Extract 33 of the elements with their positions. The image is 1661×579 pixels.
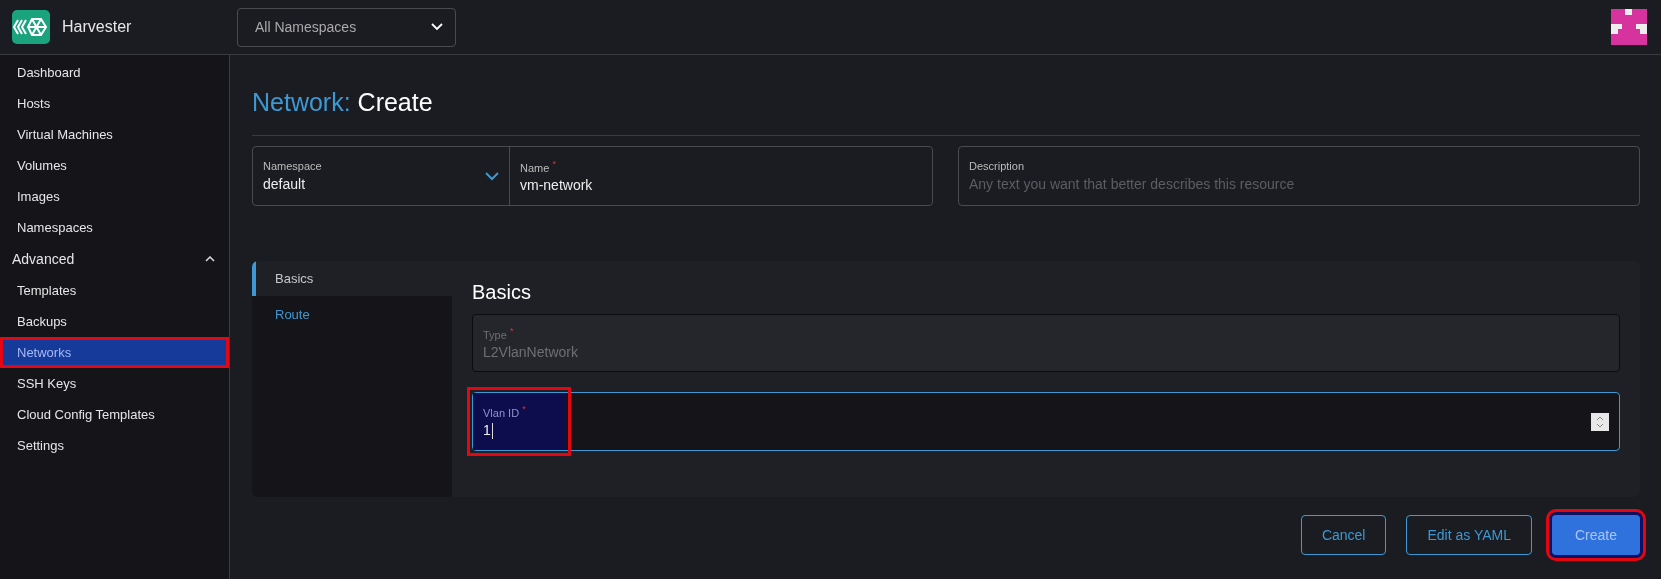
sidebar-item[interactable]: Templates <box>0 275 229 306</box>
spinner-icon[interactable] <box>1591 412 1609 431</box>
action-button[interactable]: Cancel <box>1300 515 1387 555</box>
sidebar-group[interactable]: Advanced <box>0 243 229 275</box>
sidebar-item[interactable]: Hosts <box>0 88 229 119</box>
tab[interactable]: Basics <box>252 261 452 296</box>
description-input[interactable]: Any text you want that better describes this resource <box>969 176 1629 192</box>
description-field[interactable]: Description Any text you want that better describes this resource <box>958 146 1640 206</box>
vlan-id-field[interactable]: Vlan ID $^{*}$ 1 <box>472 392 1620 451</box>
avatar-icon[interactable] <box>1611 9 1647 45</box>
sidebar-item[interactable]: Cloud Config Templates <box>0 399 229 430</box>
section-title: Basics <box>472 281 532 304</box>
sidebar-item[interactable]: Volumes <box>0 150 229 181</box>
page-title: Network: Create <box>252 88 434 117</box>
field-label: Description <box>969 160 1026 172</box>
chevron-down-icon <box>485 172 499 181</box>
name-field[interactable]: Name $^{*}$ vm-network <box>510 147 932 205</box>
action-button[interactable]: Edit as YAML <box>1406 515 1532 555</box>
sidebar-item[interactable]: Virtual Machines <box>0 119 229 150</box>
sidebar-item[interactable]: SSH Keys <box>0 368 229 399</box>
tab[interactable]: Route <box>252 296 452 332</box>
sidebar-item[interactable]: Images <box>0 181 229 212</box>
sidebar-item[interactable]: Dashboard <box>0 57 229 88</box>
namespace-dropdown[interactable]: All Namespaces <box>237 7 456 47</box>
sidebar-item[interactable]: Namespaces <box>0 212 229 243</box>
product-name: Harvester <box>62 18 132 36</box>
sidebar-item[interactable]: Backups <box>0 306 229 337</box>
logo-icon <box>12 10 50 44</box>
sidebar-item[interactable]: Settings <box>0 430 229 461</box>
sidebar-item[interactable]: Networks <box>0 337 229 368</box>
chevron-up-icon <box>205 256 215 262</box>
namespace-select[interactable]: Namespace default <box>253 147 510 205</box>
chevron-down-icon <box>431 23 443 31</box>
